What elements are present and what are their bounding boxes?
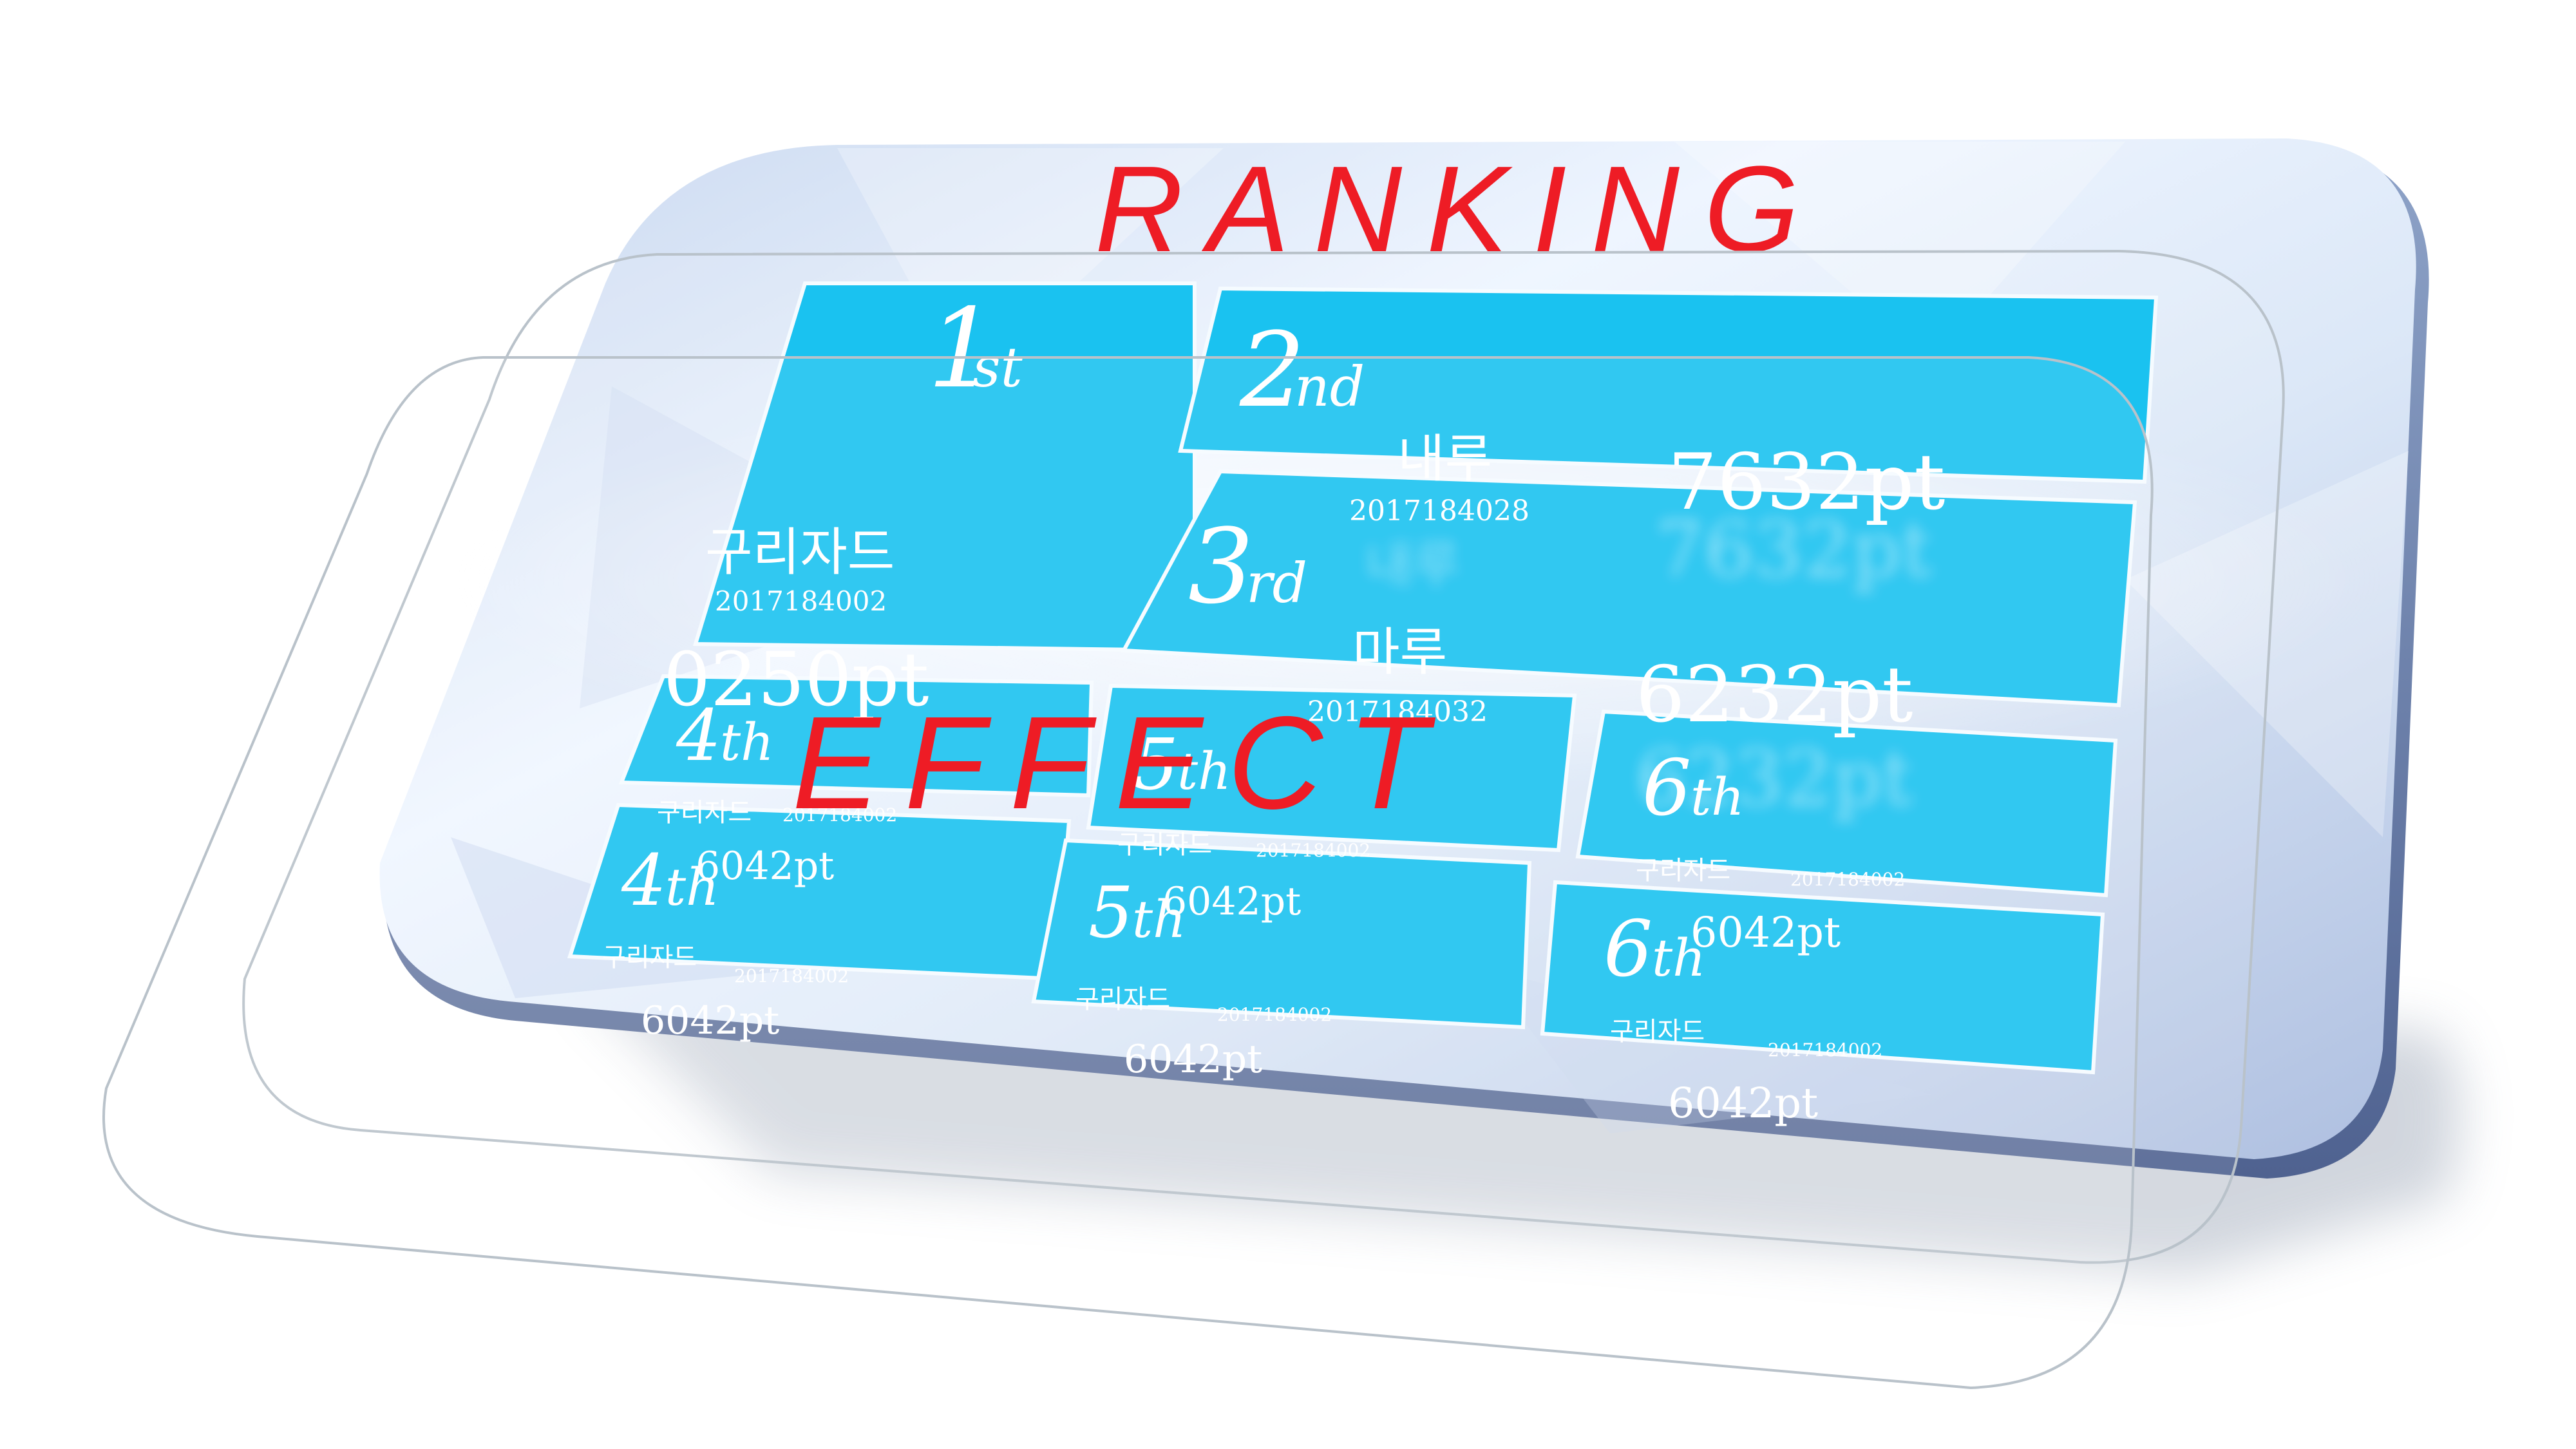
ranking-effect-illustration: RANKING 7632pt 6232pt 내루 1 st 구리자드 20171… bbox=[102, 138, 2461, 1390]
glass-layer-front bbox=[102, 356, 2154, 1390]
effect-title: EFFECT bbox=[792, 689, 1452, 837]
